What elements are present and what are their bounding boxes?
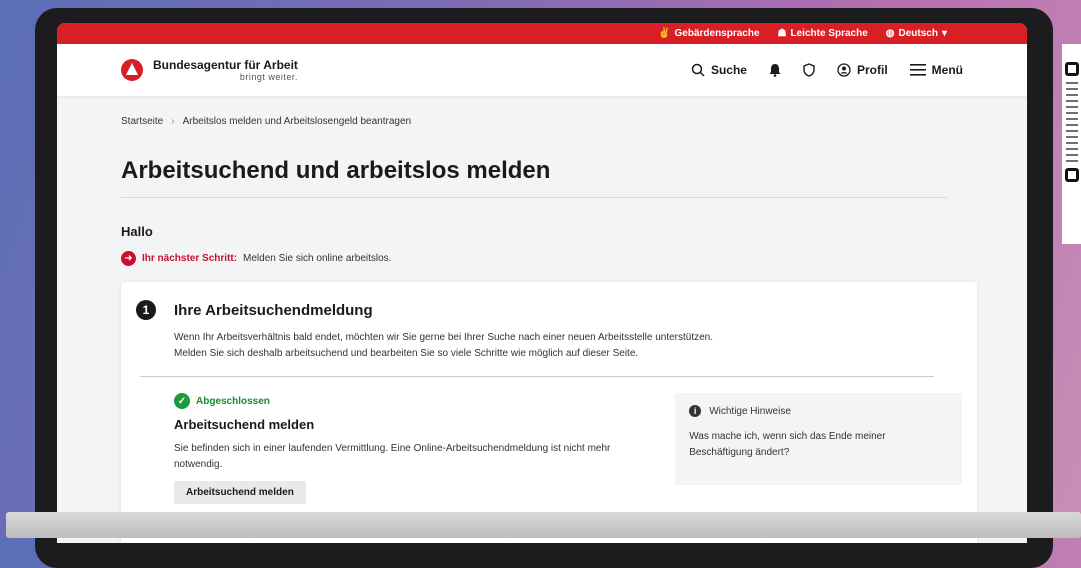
page-title: Arbeitsuchend und arbeitslos melden [121,157,947,198]
sign-language-link[interactable]: ✌ Gebärdensprache [658,28,760,39]
hint-link[interactable]: Was mache ich, wenn sich das Ende meiner… [689,429,948,461]
breadcrumb-current[interactable]: Arbeitslos melden und Arbeitslosengeld b… [183,116,412,127]
checkmark-icon: ✓ [174,393,190,409]
chevron-down-icon: ▾ [941,28,947,39]
language-label: Deutsch [898,28,938,39]
register-jobseeker-button[interactable]: Arbeitsuchend melden [174,481,306,504]
main-nav: Suche Profil Menü [691,63,963,77]
hint-title: Wichtige Hinweise [709,405,791,417]
step-card: 1 Ihre Arbeitsuchendmeldung Wenn Ihr Arb… [121,282,977,543]
search-button[interactable]: Suche [691,63,747,77]
qr-corner-icon [1064,168,1079,182]
sign-language-label: Gebärdensprache [674,28,760,39]
logo-tagline: bringt weiter. [239,72,298,82]
notifications-button[interactable] [769,63,781,77]
main-content: Startseite › Arbeitslos melden und Arbei… [57,96,1027,543]
menu-label: Menü [931,63,963,77]
description-line-2: Melden Sie sich deshalb arbeitsuchend un… [174,348,639,359]
step-card-title: Ihre Arbeitsuchendmeldung [174,301,373,319]
site-header: Bundesagentur für Arbeit bringt weiter. … [57,44,1027,96]
hand-icon: ✌ [658,28,671,39]
divider [140,376,934,377]
next-step-label: Ihr nächster Schritt: [142,253,238,264]
substep-text: Sie befinden sich in einer laufenden Ver… [174,443,611,470]
easy-language-link[interactable]: ☗ Leichte Sprache [778,28,868,39]
qr-code-panel [1062,44,1081,244]
step-card-description: Wenn Ihr Arbeitsverhältnis bald endet, m… [174,330,962,362]
shield-icon [803,63,815,77]
utility-bar: ✌ Gebärdensprache ☗ Leichte Sprache ◍ De… [57,23,1027,44]
browser-screen: ✌ Gebärdensprache ☗ Leichte Sprache ◍ De… [57,23,1027,543]
globe-icon: ◍ [885,28,895,39]
next-step-text: Melden Sie sich online arbeitslos. [243,253,392,264]
logo[interactable]: Bundesagentur für Arbeit bringt weiter. [121,58,298,82]
logo-title: Bundesagentur für Arbeit [153,58,298,72]
step-number-badge: 1 [136,300,156,320]
bell-icon [769,63,781,77]
breadcrumb-home[interactable]: Startseite [121,116,163,127]
search-label: Suche [710,63,747,77]
qr-pattern [1065,82,1078,162]
status-badge: ✓ Abgeschlossen [174,393,647,409]
greeting: Hallo [121,224,153,239]
menu-button[interactable]: Menü [909,63,963,77]
substep: ✓ Abgeschlossen Arbeitsuchend melden Sie… [174,393,647,504]
substep-title: Arbeitsuchend melden [174,417,315,432]
language-select[interactable]: ◍ Deutsch ▾ [886,28,947,39]
qr-corner-icon [1064,62,1079,76]
profile-label: Profil [856,63,888,77]
search-icon [691,63,705,77]
status-label: Abgeschlossen [196,395,270,407]
breadcrumb: Startseite › Arbeitslos melden und Arbei… [121,96,963,127]
user-icon [837,63,851,77]
important-notes-box: i Wichtige Hinweise Was mache ich, wenn … [675,393,962,485]
next-step-notice: ➜ Ihr nächster Schritt: Melden Sie sich … [121,251,963,266]
person-icon: ☗ [777,28,787,39]
logo-icon [121,59,143,81]
arrow-right-icon: ➜ [121,251,136,266]
info-icon: i [689,405,702,417]
easy-language-label: Leichte Sprache [790,28,868,39]
profile-button[interactable]: Profil [837,63,888,77]
laptop-base [6,512,1081,538]
description-line-1: Wenn Ihr Arbeitsverhältnis bald endet, m… [174,332,714,343]
hamburger-icon [909,64,926,76]
privacy-button[interactable] [803,63,815,77]
chevron-right-icon: › [171,116,175,127]
